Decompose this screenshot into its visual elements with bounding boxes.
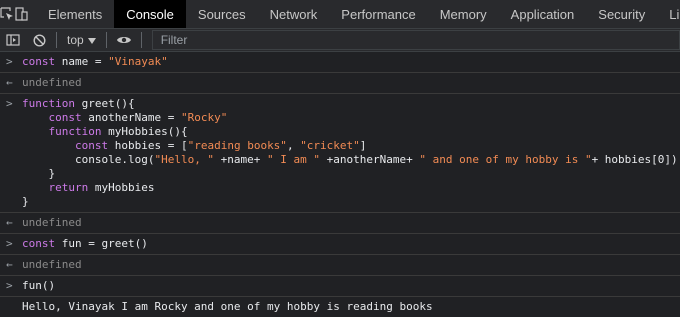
code-token: "Vinayak"	[108, 55, 168, 68]
code-line: }	[22, 167, 680, 181]
console-output: > const name = "Vinayak" ← undefined > functi…	[0, 52, 680, 313]
code-token: " and one of my hobby is "	[419, 153, 592, 166]
prompt-chevron-icon: >	[6, 279, 13, 292]
result-arrow-icon: ←	[6, 258, 13, 271]
code-token: function	[48, 125, 102, 138]
console-toolbar: top	[0, 29, 680, 52]
devtools-tabbar: Elements Console Sources Network Performance…	[0, 0, 680, 29]
chevron-down-icon	[87, 33, 96, 47]
code-token: const	[48, 111, 82, 124]
code-token: "Rocky"	[180, 111, 228, 124]
code-token: }	[22, 195, 29, 208]
filter-input[interactable]	[158, 32, 679, 48]
console-input-entry: > fun()	[0, 276, 680, 297]
code-token: "cricket"	[300, 139, 360, 152]
code-token: "Hello, "	[154, 153, 215, 166]
code-token: fun()	[22, 279, 56, 292]
console-input-entry: > const name = "Vinayak"	[0, 52, 680, 73]
code-token: "reading books"	[187, 139, 287, 152]
tab-sources[interactable]: Sources	[186, 0, 258, 28]
code-token: hobbies = [	[108, 139, 188, 152]
tab-security[interactable]: Security	[586, 0, 657, 28]
prompt-chevron-icon: >	[6, 237, 13, 250]
code-line: fun()	[22, 279, 680, 293]
console-log-entry: Hello, Vinayak I am Rocky and one of my …	[0, 297, 680, 317]
code-token: fun = greet()	[55, 237, 148, 250]
console-input-entry: > function greet(){ const anotherName = "…	[0, 94, 680, 213]
console-input-entry: > const fun = greet()	[0, 234, 680, 255]
code-line: const fun = greet()	[22, 237, 680, 251]
result-arrow-icon: ←	[6, 216, 13, 229]
filter-box	[151, 30, 680, 50]
tab-network[interactable]: Network	[258, 0, 330, 28]
code-line: console.log("Hello, " +name+ " I am " +a…	[22, 153, 680, 167]
sidebar-toggle-icon[interactable]	[0, 29, 26, 51]
toolbar-divider	[140, 32, 142, 48]
console-result-entry: ← undefined	[0, 213, 680, 234]
code-token: ]	[359, 139, 367, 152]
code-token: myHobbies	[88, 181, 155, 194]
code-token: " I am "	[267, 153, 321, 166]
inspect-icon[interactable]	[0, 3, 14, 25]
code-line: function myHobbies(){	[22, 125, 680, 139]
code-line: function greet(){	[22, 97, 680, 111]
result-text: undefined	[22, 76, 82, 89]
code-token: function	[22, 97, 75, 110]
code-token: const	[22, 55, 56, 68]
result-text: undefined	[22, 258, 82, 271]
toolbar-divider	[56, 32, 57, 48]
tab-memory[interactable]: Memory	[428, 0, 499, 28]
tab-li[interactable]: Li	[657, 0, 680, 28]
context-selector[interactable]: top	[61, 33, 102, 47]
prompt-chevron-icon: >	[6, 97, 13, 110]
code-line: const anotherName = "Rocky"	[22, 111, 680, 125]
code-token: return	[48, 181, 89, 194]
console-result-entry: ← undefined	[0, 255, 680, 276]
code-token: ,	[286, 139, 301, 152]
tab-list: Elements Console Sources Network Performance…	[36, 0, 680, 28]
console-result-entry: ← undefined	[0, 73, 680, 94]
tab-elements[interactable]: Elements	[36, 0, 114, 28]
result-text: undefined	[22, 216, 82, 229]
prompt-chevron-icon: >	[6, 55, 13, 68]
code-line: return myHobbies	[22, 181, 680, 195]
code-line: const name = "Vinayak"	[22, 55, 680, 69]
tab-console[interactable]: Console	[114, 0, 186, 28]
code-token: +anotherName+	[320, 153, 420, 166]
log-text: Hello, Vinayak I am Rocky and one of my …	[22, 300, 433, 313]
code-token: const	[22, 237, 56, 250]
live-expression-icon[interactable]	[111, 29, 137, 51]
result-arrow-icon: ←	[6, 76, 13, 89]
toolbar-divider	[105, 32, 107, 48]
code-token: greet(){	[74, 97, 135, 110]
context-label: top	[67, 33, 84, 47]
code-token: + hobbies[0])	[591, 153, 678, 166]
clear-console-icon[interactable]	[26, 29, 52, 51]
tab-application[interactable]: Application	[499, 0, 587, 28]
tab-performance[interactable]: Performance	[329, 0, 427, 28]
code-token: const	[74, 139, 109, 152]
device-toggle-icon[interactable]	[14, 3, 28, 25]
code-token: }	[22, 167, 56, 180]
code-line: const hobbies = ["reading books", "crick…	[22, 139, 680, 153]
code-token: anotherName =	[81, 111, 181, 124]
code-token: +name+	[214, 153, 268, 166]
code-token: console.log(	[22, 153, 155, 166]
code-token: name =	[55, 55, 109, 68]
code-line: }	[22, 195, 680, 209]
code-token: myHobbies(){	[101, 125, 188, 138]
